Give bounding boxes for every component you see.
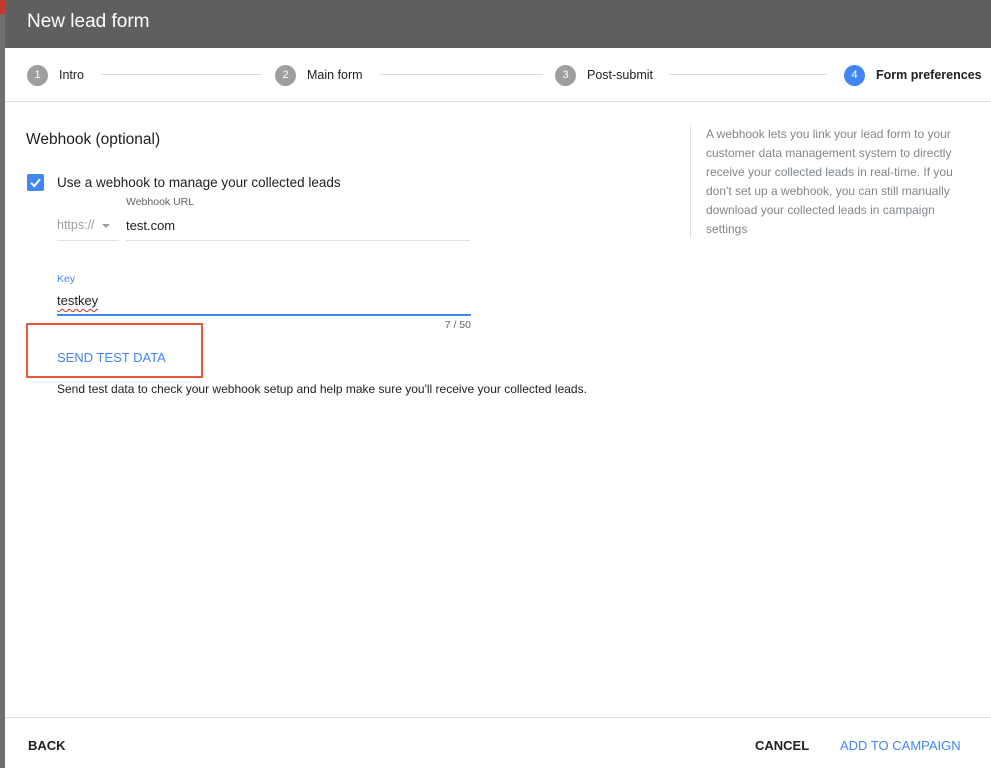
step-number: 3 — [555, 64, 576, 86]
webhook-url-value: test.com — [126, 218, 176, 233]
webhook-section-title: Webhook (optional) — [26, 131, 161, 148]
dialog-footer: BACK CANCEL ADD TO CAMPAIGN — [5, 717, 991, 768]
step-connector — [380, 74, 543, 75]
checkmark-icon — [30, 178, 41, 188]
step-label: Form preferences — [876, 68, 982, 82]
dialog-title: New lead form — [27, 11, 150, 32]
step-main-form[interactable]: 2 Main form — [275, 64, 363, 86]
add-to-campaign-button[interactable]: ADD TO CAMPAIGN — [840, 738, 961, 753]
webhook-url-label: Webhook URL — [126, 196, 195, 208]
step-intro[interactable]: 1 Intro — [27, 64, 84, 86]
step-number: 2 — [275, 64, 296, 86]
back-button[interactable]: BACK — [28, 738, 66, 753]
step-form-preferences[interactable]: 4 Form preferences — [844, 64, 982, 86]
window-left-edge — [0, 0, 5, 768]
webhook-checkbox-row[interactable]: Use a webhook to manage your collected l… — [27, 174, 341, 191]
step-connector — [101, 74, 261, 75]
step-label: Intro — [59, 68, 85, 82]
webhook-help-text: A webhook lets you link your lead form t… — [706, 127, 953, 236]
webhook-url-input[interactable]: test.com — [126, 211, 470, 241]
help-divider — [690, 126, 691, 238]
protocol-select[interactable]: https:// — [57, 211, 119, 241]
step-number: 4 — [844, 64, 865, 86]
step-post-submit[interactable]: 3 Post-submit — [555, 64, 653, 86]
webhook-checkbox[interactable] — [27, 174, 44, 191]
dialog-header: New lead form — [5, 0, 991, 48]
step-connector — [669, 74, 827, 75]
cancel-button[interactable]: CANCEL — [755, 738, 809, 753]
step-label: Main form — [307, 68, 363, 82]
send-test-description: Send test data to check your webhook set… — [57, 382, 587, 396]
stepper: 1 Intro 2 Main form 3 Post-submit 4 Form… — [5, 48, 991, 102]
key-label: Key — [57, 273, 76, 285]
step-label: Post-submit — [587, 68, 653, 82]
protocol-value: https:// — [57, 218, 95, 232]
webhook-checkbox-label: Use a webhook to manage your collected l… — [57, 175, 341, 190]
send-test-data-button[interactable]: SEND TEST DATA — [57, 350, 166, 365]
key-input[interactable]: testkey — [57, 287, 471, 316]
key-char-counter: 7 / 50 — [444, 319, 471, 331]
dropdown-arrow-icon — [102, 224, 110, 228]
key-value: testkey — [57, 293, 99, 308]
step-number: 1 — [27, 64, 48, 86]
